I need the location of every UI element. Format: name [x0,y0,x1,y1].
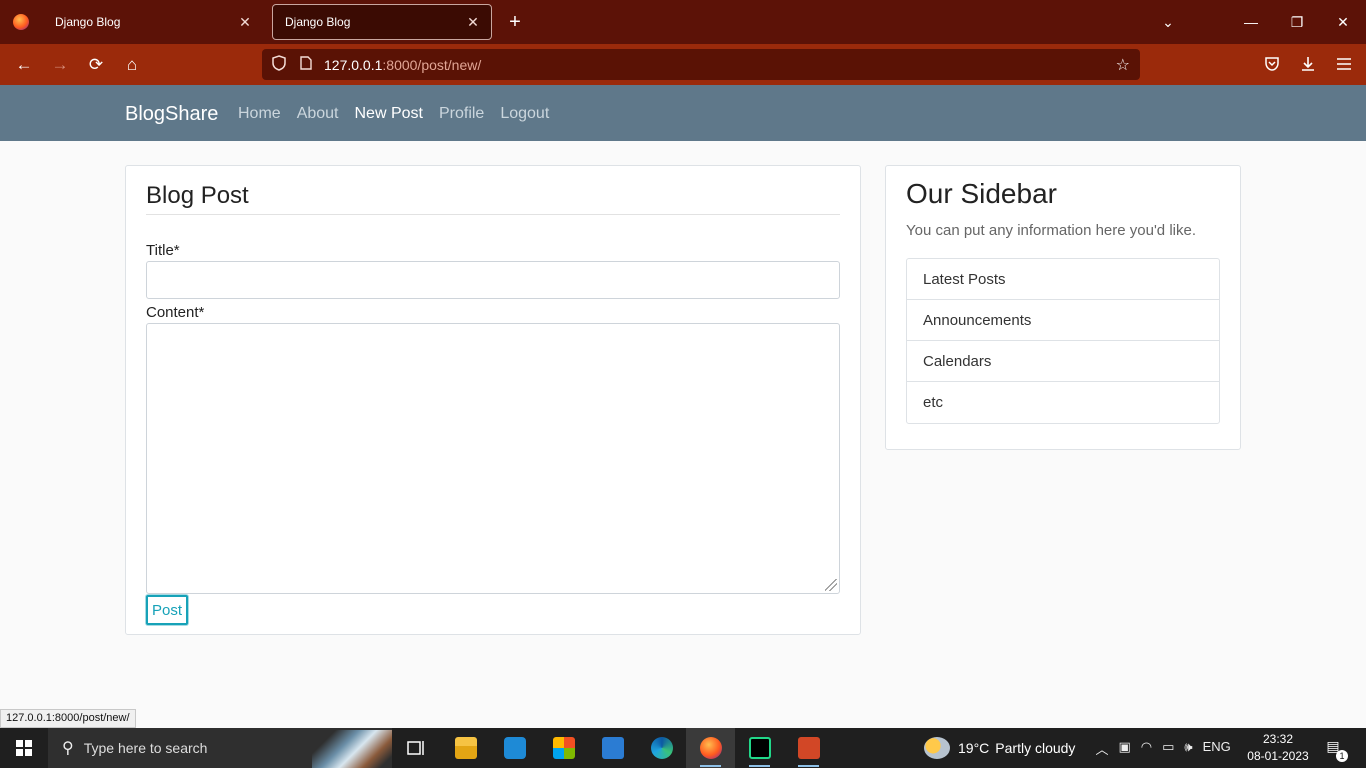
notification-center-icon[interactable]: ▤ 1 [1322,738,1348,762]
toolbar-right-icons [1254,48,1362,80]
system-tray: 19°C Partly cloudy ︿ ▣ ◠ ▭ 🕪 ENG [924,728,1231,768]
pycharm-icon[interactable] [735,728,784,768]
site-navbar: BlogShare Home About New Post Profile Lo… [0,85,1366,141]
close-tab-icon[interactable]: ✕ [465,14,481,31]
pocket-icon[interactable] [1254,48,1290,80]
weather-temp[interactable]: 19°C [958,740,989,756]
title-label: Title* [146,242,180,259]
url-host: 127.0.0.1 [324,56,383,73]
nav-link-home[interactable]: Home [238,105,281,123]
nav-link-logout[interactable]: Logout [500,105,549,123]
microsoft-store-icon[interactable] [539,728,588,768]
window-controls: — ❐ ✕ [1228,0,1366,44]
browser-toolbar: ← → ⟳ ⌂ 127.0.0.1:8000/post/new/ ☆ [0,44,1366,85]
show-hidden-icons-chevron-icon[interactable]: ︿ [1095,739,1108,758]
status-url-tooltip: 127.0.0.1:8000/post/new/ [0,709,136,728]
sidebar-item-announcements[interactable]: Announcements [907,300,1219,341]
sidebar-text: You can put any information here you'd l… [906,222,1196,239]
firefox-menu-icon[interactable] [0,0,42,44]
clock-time: 23:32 [1262,732,1294,746]
battery-icon[interactable]: ▭ [1162,739,1174,758]
notification-count-badge: 1 [1336,750,1348,762]
home-icon[interactable]: ⌂ [114,49,150,81]
downloads-icon[interactable] [1290,48,1326,80]
nav-link-new-post[interactable]: New Post [355,105,423,123]
reload-icon[interactable]: ⟳ [78,49,114,81]
weather-desc[interactable]: Partly cloudy [995,740,1075,756]
content-label: Content* [146,304,205,321]
back-arrow-icon[interactable]: ← [6,49,42,81]
tab-list-chevron-icon[interactable]: ⌄ [1156,10,1180,34]
nav-link-about[interactable]: About [297,105,339,123]
bookmark-star-icon[interactable]: ☆ [1116,55,1130,75]
start-button[interactable] [0,728,48,768]
tab-title: Django Blog [285,15,351,29]
edge-icon[interactable] [637,728,686,768]
file-explorer-icon[interactable] [441,728,490,768]
content-textarea[interactable] [146,323,840,594]
search-icon: ⚲ [62,740,74,757]
site-nav-links: Home About New Post Profile Logout [238,105,549,123]
browser-tab-1[interactable]: Django Blog ✕ [43,4,263,40]
clock-date: 08-01-2023 [1247,749,1309,763]
mail-icon[interactable] [588,728,637,768]
sidebar-item-latest-posts[interactable]: Latest Posts [907,259,1219,300]
minimize-button[interactable]: — [1228,0,1274,44]
vscode-icon[interactable] [490,728,539,768]
task-view-icon[interactable] [392,728,441,768]
windows-logo-icon [16,740,32,756]
form-legend: Blog Post [146,182,840,215]
browser-tab-bar: Django Blog ✕ Django Blog ✕ + ⌄ — ❐ ✕ [0,0,1366,44]
firefox-taskbar-icon[interactable] [686,728,735,768]
restore-button[interactable]: ❐ [1274,0,1320,44]
nav-link-profile[interactable]: Profile [439,105,484,123]
post-submit-button[interactable]: Post [146,595,188,625]
browser-tab-2-active[interactable]: Django Blog ✕ [272,4,492,40]
title-input[interactable] [146,261,840,299]
url-path: :8000/post/new/ [382,56,482,73]
powerpoint-icon[interactable] [784,728,833,768]
sidebar-item-etc[interactable]: etc [907,382,1219,423]
sidebar-card: Our Sidebar You can put any information … [885,165,1241,450]
brand-logo-link[interactable]: BlogShare [125,103,218,126]
close-tab-icon[interactable]: ✕ [237,14,253,31]
close-window-button[interactable]: ✕ [1320,0,1366,44]
taskbar-search-box[interactable]: ⚲ Type here to search [48,728,392,768]
windows-taskbar: ⚲ Type here to search 19°C Partly cloudy… [0,728,1366,768]
language-indicator[interactable]: ENG [1203,739,1231,758]
forward-arrow-icon[interactable]: → [42,49,78,81]
page-info-icon[interactable] [290,56,316,73]
sidebar-item-calendars[interactable]: Calendars [907,341,1219,382]
meet-now-icon[interactable]: ▣ [1118,739,1130,758]
resize-handle-icon[interactable] [825,579,837,591]
new-tab-button[interactable]: + [503,10,527,34]
taskbar-clock[interactable]: 23:32 08-01-2023 [1243,731,1313,765]
tab-title: Django Blog [55,15,121,29]
sidebar-title: Our Sidebar [906,178,1057,209]
address-bar[interactable]: 127.0.0.1:8000/post/new/ ☆ [262,49,1140,80]
tracking-shield-icon[interactable] [272,55,290,74]
weather-partly-cloudy-icon[interactable] [924,737,950,759]
volume-icon[interactable]: 🕪 [1184,739,1192,758]
wifi-icon[interactable]: ◠ [1141,739,1152,758]
hamburger-menu-icon[interactable] [1326,48,1362,80]
search-highlight-image [312,730,392,768]
tray-icons: ︿ ▣ ◠ ▭ 🕪 ENG [1095,739,1230,758]
taskbar-apps [392,728,833,768]
sidebar-list: Latest Posts Announcements Calendars etc [906,258,1220,424]
search-placeholder: Type here to search [83,740,208,756]
post-form-card: Blog Post Title* Content* Post [125,165,861,635]
